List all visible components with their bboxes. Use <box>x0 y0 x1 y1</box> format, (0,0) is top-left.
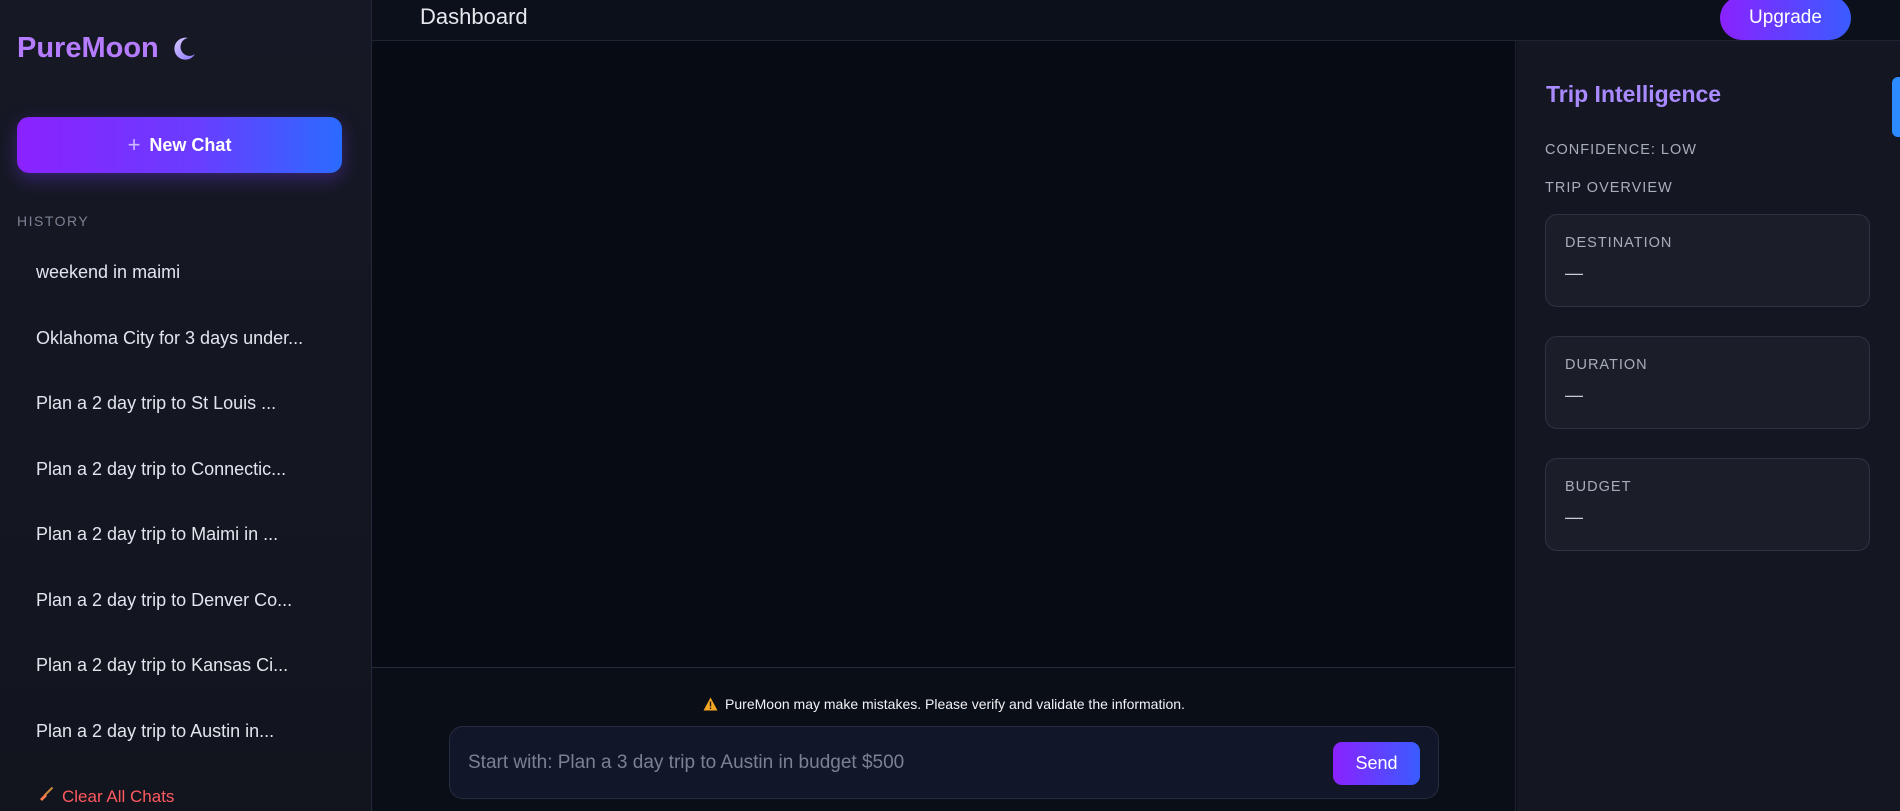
trip-overview-heading: TRIP OVERVIEW <box>1545 180 1673 196</box>
history-item[interactable]: Plan a 2 day trip to Denver Co... <box>17 568 342 634</box>
clear-all-chats-button[interactable]: Clear All Chats <box>38 786 174 807</box>
new-chat-label: New Chat <box>149 134 232 155</box>
destination-value: — <box>1565 263 1583 283</box>
history-item[interactable]: Oklahoma City for 3 days under... <box>17 306 342 372</box>
broom-icon <box>38 786 54 807</box>
destination-card: DESTINATION — <box>1545 214 1870 307</box>
disclaimer-text: PureMoon may make mistakes. Please verif… <box>725 696 1185 712</box>
budget-card: BUDGET — <box>1545 458 1870 551</box>
budget-value: — <box>1565 507 1583 527</box>
history-item[interactable]: Plan a 2 day trip to Connectic... <box>17 437 342 503</box>
message-input[interactable] <box>468 745 1318 781</box>
clear-all-label: Clear All Chats <box>62 786 175 806</box>
crescent-moon-icon <box>169 34 199 64</box>
trip-intelligence-panel: Trip Intelligence CONFIDENCE: LOW TRIP O… <box>1517 41 1900 811</box>
history-item[interactable]: weekend in maimi <box>17 240 342 306</box>
app: PureMoon + New Chat HISTORY weekend in m… <box>0 0 1900 811</box>
scrollbar-thumb[interactable] <box>1892 77 1900 137</box>
warning-icon <box>703 697 718 711</box>
new-chat-button[interactable]: + New Chat <box>17 117 342 173</box>
chat-messages-area <box>372 41 1516 667</box>
plus-icon: + <box>127 132 141 157</box>
brand-logo: PureMoon <box>17 32 199 65</box>
history-item[interactable]: Plan a 2 day trip to Austin in... <box>17 699 342 765</box>
duration-value: — <box>1565 385 1583 405</box>
history-heading: HISTORY <box>17 213 90 229</box>
upgrade-button[interactable]: Upgrade <box>1720 0 1851 40</box>
history-item[interactable]: Plan a 2 day trip to St Louis ... <box>17 371 342 437</box>
send-button[interactable]: Send <box>1333 742 1420 785</box>
history-item[interactable]: Plan a 2 day trip to Maimi in ... <box>17 502 342 568</box>
confidence-level: CONFIDENCE: LOW <box>1545 142 1697 158</box>
brand-name: PureMoon <box>17 32 159 64</box>
top-bar: Dashboard Upgrade <box>372 0 1900 41</box>
history-list: weekend in maimi Oklahoma City for 3 day… <box>17 240 342 764</box>
budget-label: BUDGET <box>1565 479 1632 495</box>
main-area: Dashboard Upgrade PureMoon may make mist… <box>372 0 1900 811</box>
panel-title: Trip Intelligence <box>1546 81 1722 107</box>
message-composer: Send <box>449 726 1439 799</box>
sidebar: PureMoon + New Chat HISTORY weekend in m… <box>0 0 372 811</box>
disclaimer: PureMoon may make mistakes. Please verif… <box>372 696 1516 712</box>
destination-label: DESTINATION <box>1565 235 1673 251</box>
duration-label: DURATION <box>1565 357 1648 373</box>
history-item[interactable]: Plan a 2 day trip to Kansas Ci... <box>17 633 342 699</box>
duration-card: DURATION — <box>1545 336 1870 429</box>
composer-zone: PureMoon may make mistakes. Please verif… <box>372 667 1516 811</box>
page-title: Dashboard <box>420 4 528 29</box>
